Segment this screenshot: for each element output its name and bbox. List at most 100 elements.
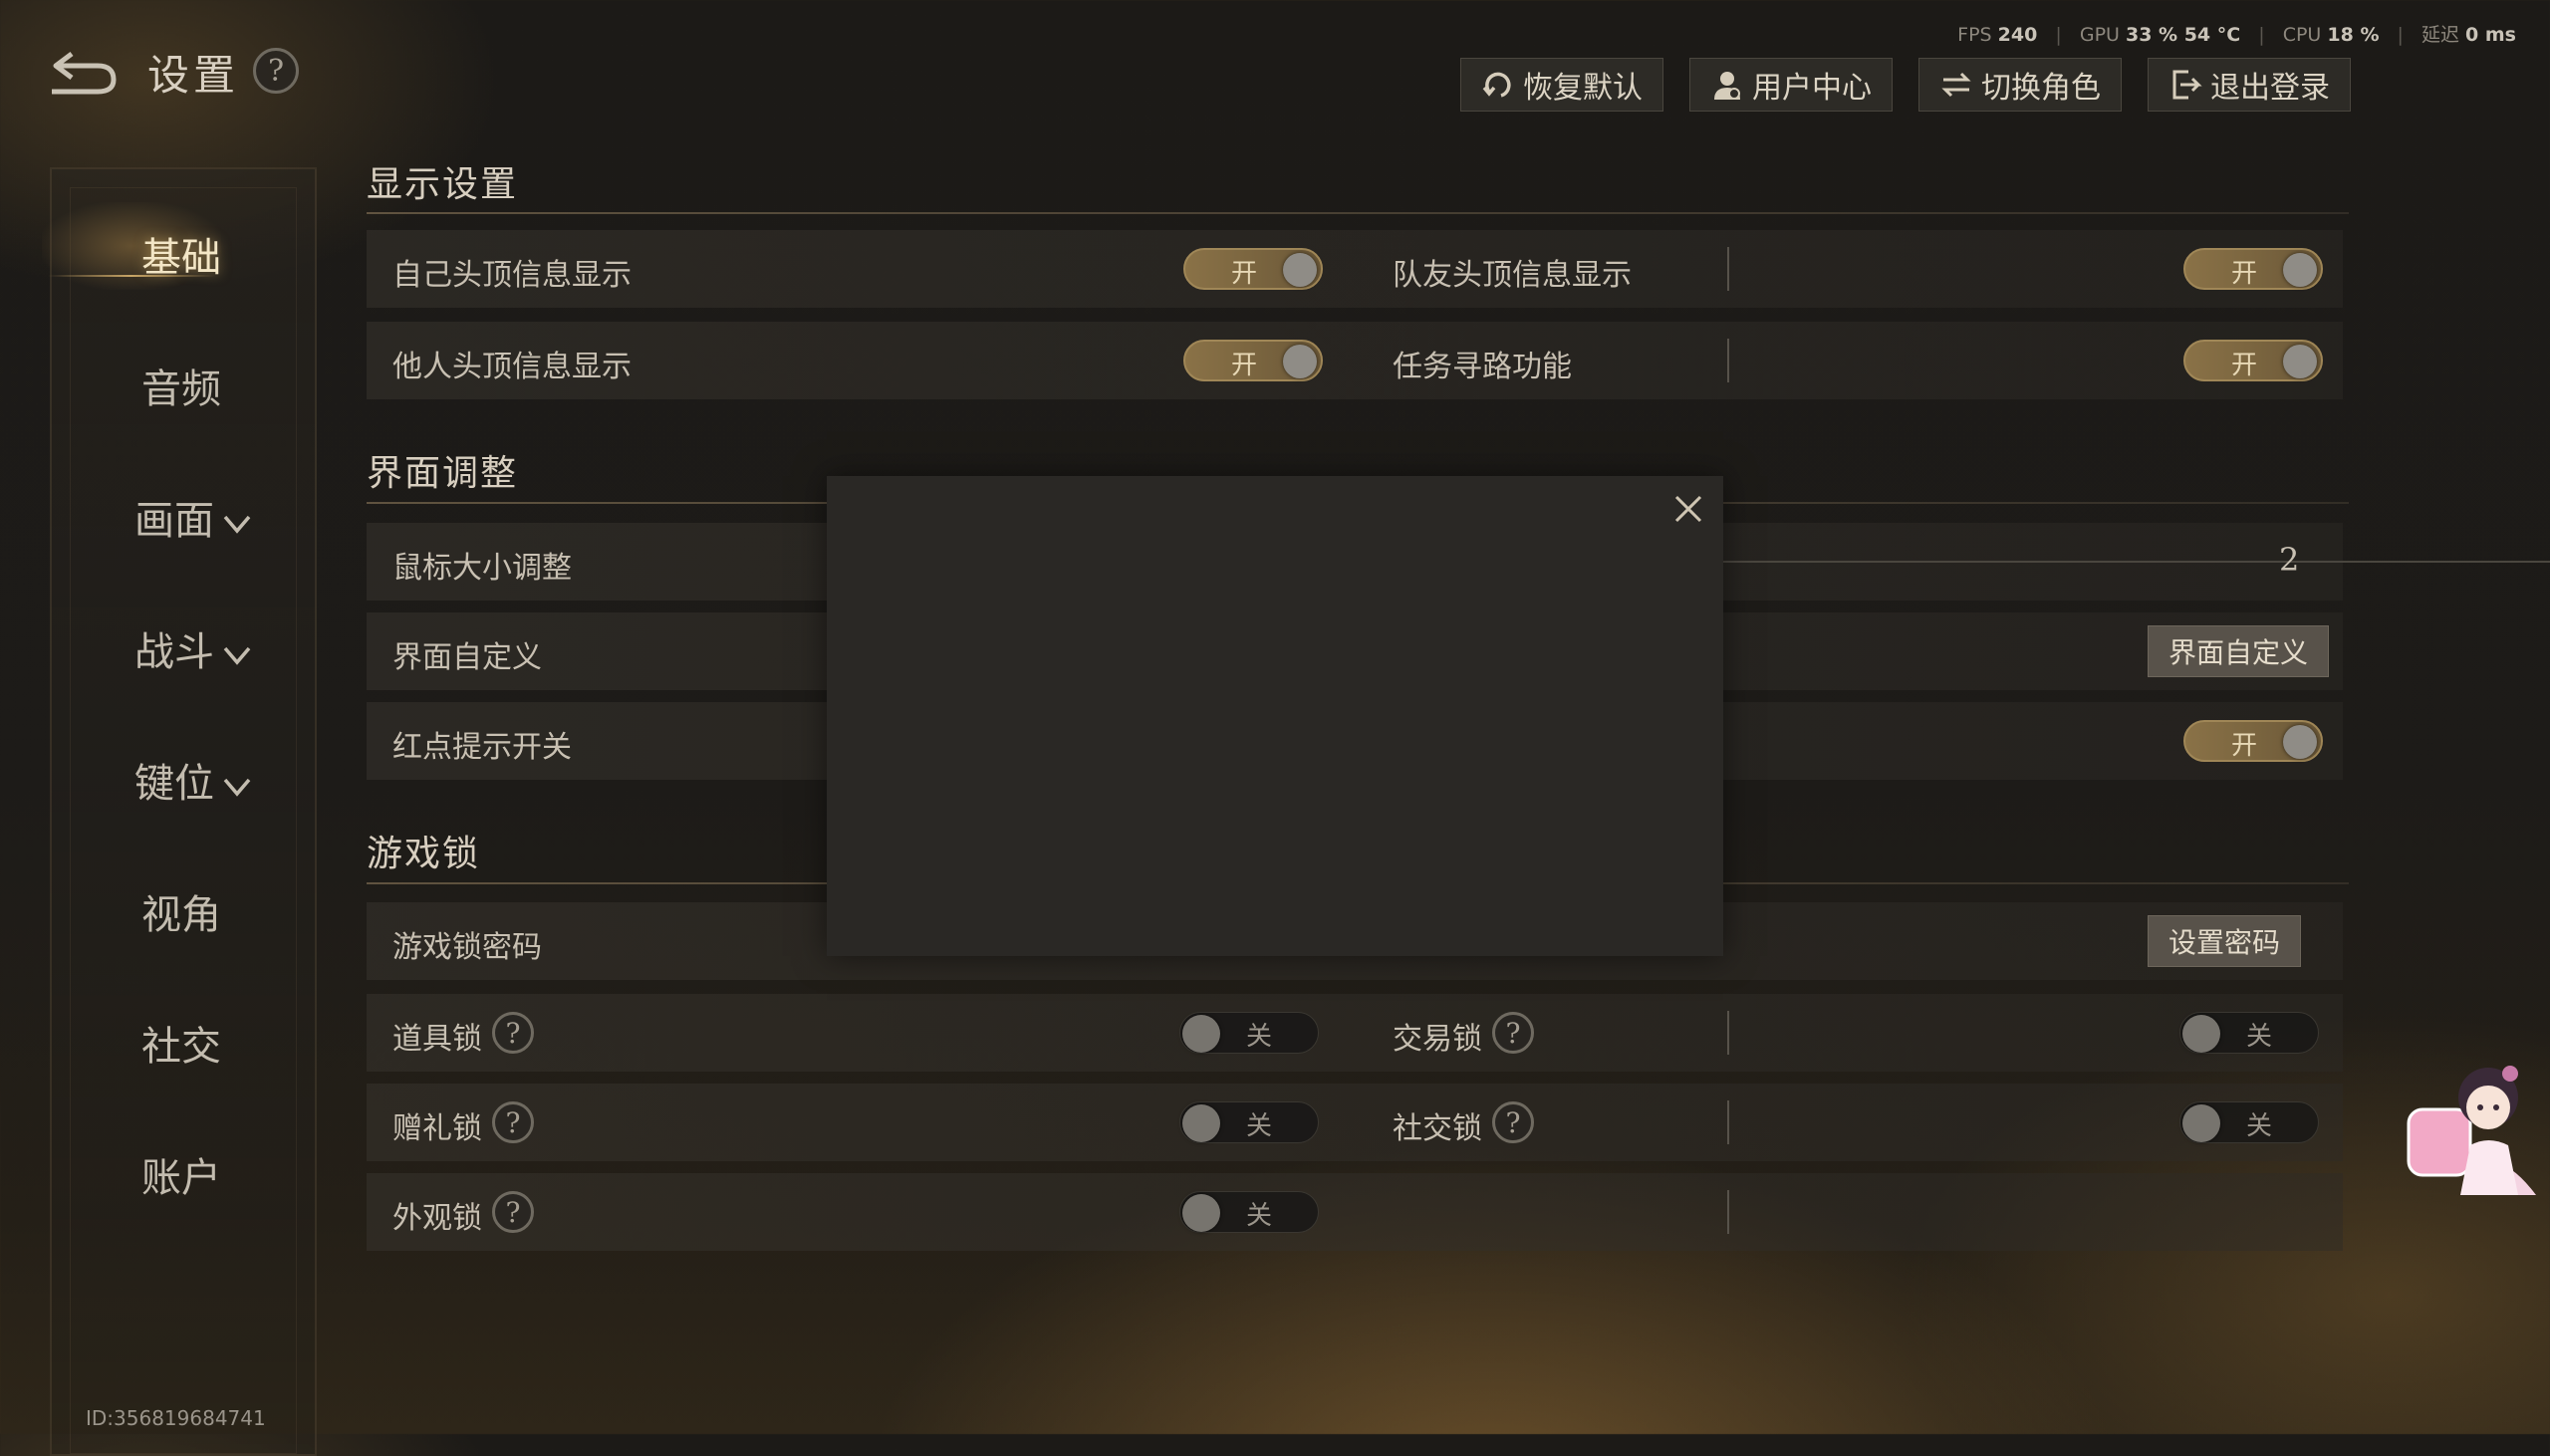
toggle-knob: [2182, 1015, 2220, 1053]
performance-stats: FPS 240 | GPU 33 % 54 °C | CPU 18 % | 延迟…: [1957, 20, 2516, 47]
restore-default-button[interactable]: 恢复默认: [1460, 58, 1663, 112]
sidebar-item-camera[interactable]: 视角: [50, 882, 313, 940]
help-icon[interactable]: ?: [253, 48, 299, 94]
toggle-switch[interactable]: 开: [2183, 720, 2323, 762]
help-icon[interactable]: ?: [492, 1012, 534, 1054]
toggle-state: 关: [2246, 1022, 2273, 1052]
logout-icon: [2172, 70, 2202, 100]
section-title-lock: 游戏锁: [367, 834, 481, 874]
sidebar-item-label: 音频: [141, 366, 221, 412]
toggle-switch[interactable]: 开: [1183, 340, 1323, 381]
sidebar-item-label: 视角: [141, 892, 221, 938]
page-title: 设置: [147, 51, 240, 100]
sidebar-item-label: 账户: [141, 1155, 221, 1201]
setting-label: 他人头顶信息显示: [392, 350, 632, 384]
column-divider: [1727, 1100, 1729, 1144]
stats-separator: |: [2397, 24, 2404, 46]
user-center-button[interactable]: 用户中心: [1689, 58, 1893, 112]
sidebar-item-label: 基础: [141, 235, 221, 281]
help-icon[interactable]: ?: [492, 1101, 534, 1143]
cursor-size-slider[interactable]: [1721, 561, 2550, 563]
toggle-switch[interactable]: 关: [2179, 1101, 2319, 1143]
toggle-switch[interactable]: 关: [2179, 1012, 2319, 1054]
logout-label: 退出登录: [2210, 71, 2330, 106]
settings-row: 他人头顶信息显示 开 任务寻路功能 开: [367, 322, 2343, 399]
toggle-state: 开: [2231, 731, 2258, 761]
toggle-switch[interactable]: 开: [2183, 248, 2323, 290]
gpu-label: GPU: [2079, 24, 2120, 46]
user-id: ID:356819684741: [86, 1406, 266, 1430]
toggle-switch[interactable]: 开: [1183, 248, 1323, 290]
toggle-knob: [2182, 1104, 2220, 1142]
setting-label: 游戏锁密码: [392, 930, 542, 965]
latency-value: 0 ms: [2465, 24, 2516, 46]
chevron-down-icon: [223, 778, 251, 797]
user-center-icon: [1714, 72, 1740, 100]
switch-icon: [1941, 72, 1971, 98]
toggle-state: 关: [1246, 1111, 1273, 1141]
setting-label: 红点提示开关: [392, 730, 572, 765]
help-icon[interactable]: ?: [1492, 1101, 1534, 1143]
slider-value: 2: [2279, 541, 2300, 579]
setting-label: 任务寻路功能: [1393, 350, 1572, 384]
toggle-knob: [2283, 345, 2317, 378]
sidebar-item-basic[interactable]: 基础: [50, 225, 313, 283]
sidebar-item-audio[interactable]: 音频: [50, 357, 313, 414]
set-password-button[interactable]: 设置密码: [2148, 915, 2302, 967]
toggle-knob: [1283, 253, 1317, 287]
toggle-knob: [2283, 725, 2317, 759]
toggle-state: 关: [1246, 1201, 1273, 1231]
help-icon[interactable]: ?: [1492, 1012, 1534, 1054]
sidebar-item-label: 键位: [134, 761, 214, 807]
section-title-display: 显示设置: [367, 164, 519, 205]
cpu-label: CPU: [2282, 24, 2322, 46]
toggle-switch[interactable]: 关: [1179, 1012, 1319, 1054]
stats-separator: |: [2258, 24, 2265, 46]
toggle-switch[interactable]: 关: [1179, 1191, 1319, 1233]
assistant-mascot[interactable]: [2401, 1046, 2550, 1205]
close-icon: [1674, 495, 1702, 523]
settings-row: 自己头顶信息显示 开 队友头顶信息显示 开: [367, 230, 2343, 308]
customize-ui-button[interactable]: 界面自定义: [2148, 625, 2330, 677]
toggle-state: 开: [1231, 259, 1258, 289]
column-divider: [1727, 339, 1729, 382]
stats-separator: |: [2055, 24, 2062, 46]
sidebar-item-combat[interactable]: 战斗: [62, 619, 325, 677]
toggle-switch[interactable]: 开: [2183, 340, 2323, 381]
sidebar-item-label: 战斗: [134, 629, 214, 675]
chevron-down-icon: [223, 646, 251, 665]
setting-label: 社交锁: [1393, 1111, 1482, 1146]
toggle-state: 开: [2231, 259, 2258, 289]
toggle-state: 开: [2231, 351, 2258, 380]
back-button[interactable]: [46, 44, 122, 100]
sidebar-item-account[interactable]: 账户: [50, 1145, 313, 1203]
toggle-knob: [1182, 1015, 1220, 1053]
toggle-knob: [1182, 1104, 1220, 1142]
toggle-state: 关: [2246, 1111, 2273, 1141]
column-divider: [1727, 1011, 1729, 1055]
top-toolbar: 恢复默认 用户中心 切换角色 退出登录: [1460, 58, 2351, 112]
sidebar-item-graphics[interactable]: 画面: [62, 488, 325, 546]
switch-role-button[interactable]: 切换角色: [1918, 58, 2122, 112]
restore-default-label: 恢复默认: [1523, 71, 1643, 106]
toggle-switch[interactable]: 关: [1179, 1101, 1319, 1143]
cpu-value: 18 %: [2327, 24, 2380, 46]
setting-label: 交易锁: [1393, 1022, 1482, 1057]
settings-row: 外观锁 ? 关: [367, 1173, 2343, 1251]
setting-label: 道具锁: [392, 1022, 482, 1057]
setting-label: 自己头顶信息显示: [392, 258, 632, 293]
sidebar-item-keybinds[interactable]: 键位: [62, 751, 325, 809]
close-button[interactable]: [1667, 488, 1709, 530]
toggle-knob: [2283, 253, 2317, 287]
column-divider: [1727, 1190, 1729, 1234]
fps-value: 240: [1997, 24, 2038, 46]
gpu-value: 33 % 54 °C: [2125, 24, 2241, 46]
sidebar-item-social[interactable]: 社交: [50, 1014, 313, 1072]
setting-label: 赠礼锁: [392, 1111, 482, 1146]
return-arrow-icon: [52, 52, 117, 95]
user-center-label: 用户中心: [1752, 71, 1872, 106]
logout-button[interactable]: 退出登录: [2148, 58, 2351, 112]
modal-dialog: [827, 476, 1723, 956]
help-icon[interactable]: ?: [492, 1191, 534, 1233]
setting-label: 鼠标大小调整: [392, 551, 572, 586]
